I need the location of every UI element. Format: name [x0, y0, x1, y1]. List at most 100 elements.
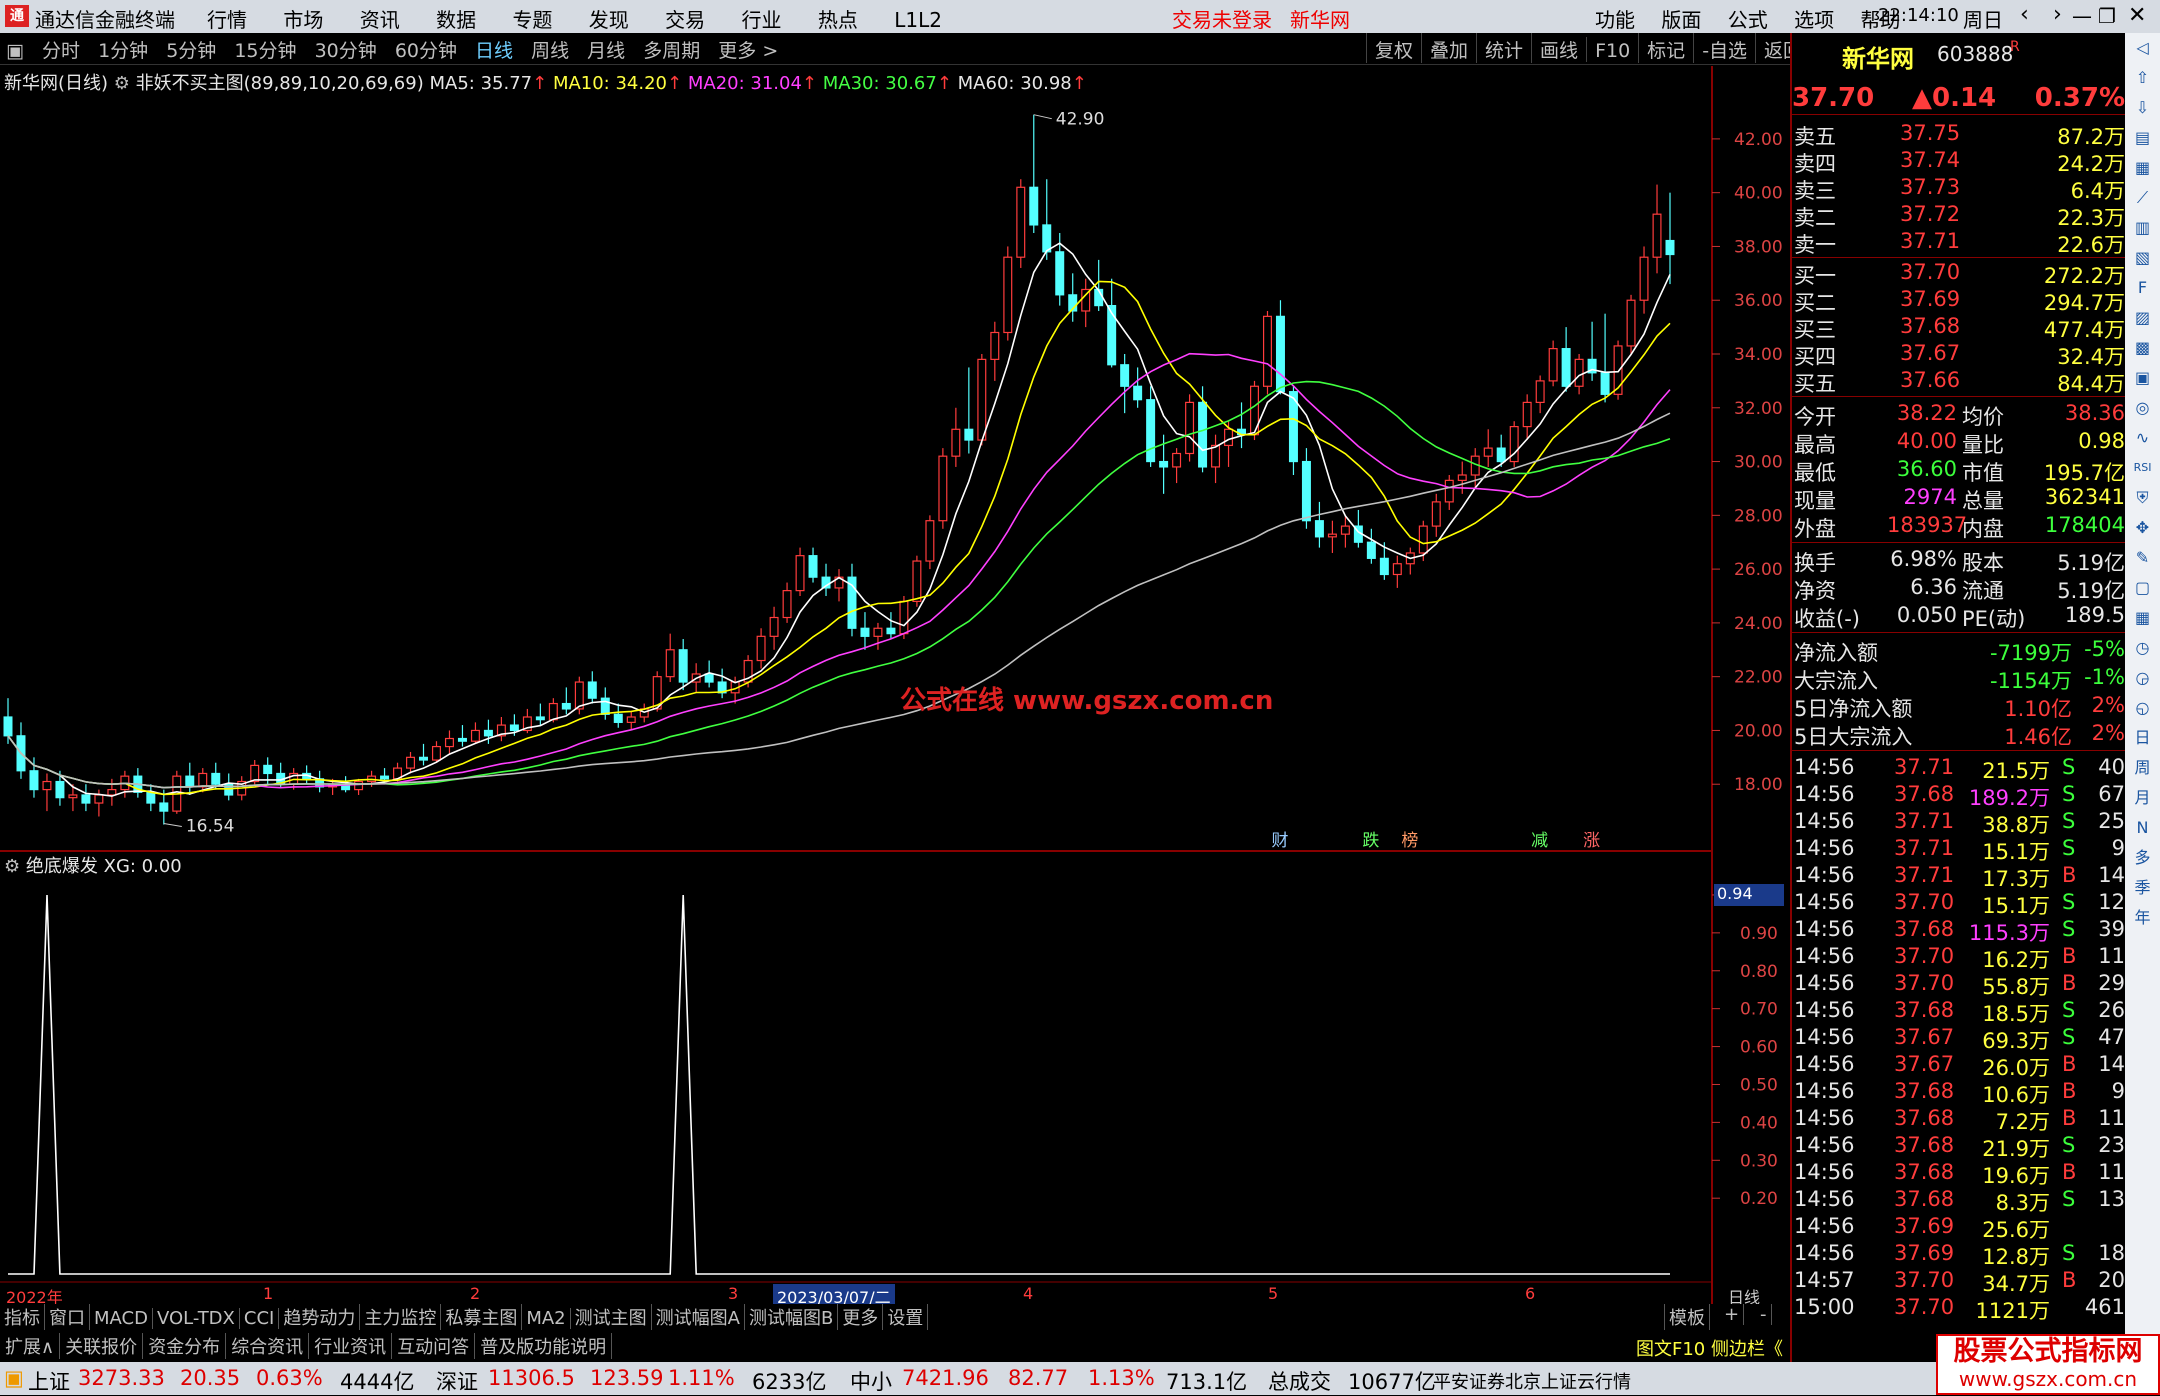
tab-trend[interactable]: 趋势动力 [279, 1304, 361, 1330]
period-day[interactable]: 日 [2125, 723, 2160, 753]
tab-news[interactable]: 综合资讯 [226, 1333, 310, 1359]
menu-item[interactable]: 行情 [207, 8, 247, 32]
tab-monthly[interactable]: 月线 [587, 33, 625, 63]
tab-window[interactable]: 窗口 [45, 1304, 90, 1330]
circle-icon[interactable]: ◎ [2125, 393, 2160, 423]
tab-30min[interactable]: 30分钟 [315, 33, 377, 63]
menu-item[interactable]: 热点 [818, 8, 858, 32]
up-arrow-icon[interactable]: ⇧ [2125, 63, 2160, 93]
tab-macd[interactable]: MACD [90, 1308, 153, 1329]
tab-fund-dist[interactable]: 资金分布 [143, 1333, 227, 1359]
tab-minute[interactable]: 分时 [42, 33, 80, 63]
status-icon[interactable]: ▣ [4, 1366, 24, 1390]
zoom-out-button[interactable]: - [1756, 1304, 1772, 1325]
news-icon[interactable]: ▧ [2125, 243, 2160, 273]
panel-toggle-icon[interactable]: ▣ [6, 37, 24, 62]
f10-link[interactable]: 图文F10 [1636, 1339, 1705, 1360]
period-year[interactable]: 年 [2125, 903, 2160, 933]
template-button[interactable]: 模板 [1664, 1304, 1710, 1330]
tool-remove-watchlist[interactable]: -自选 [1693, 33, 1755, 63]
kline-icon[interactable]: ▥ [2125, 213, 2160, 243]
tab-expand[interactable]: 扩展∧ [0, 1333, 61, 1359]
login-status[interactable]: 交易未登录 [1172, 4, 1272, 33]
menu-item[interactable]: 数据 [436, 8, 476, 32]
pencil-icon[interactable]: ✎ [2125, 543, 2160, 573]
cycle-15-icon[interactable]: ◷ [2125, 633, 2160, 663]
tab-test-a[interactable]: 测试幅图A [652, 1304, 745, 1330]
settings-icon[interactable]: ⚙ [4, 856, 20, 877]
minimize-icon[interactable]: — [2072, 4, 2092, 28]
sh-name[interactable]: 上证 [28, 1366, 70, 1396]
quote-icon[interactable]: ▤ [2125, 123, 2160, 153]
menu-item[interactable]: 资讯 [360, 8, 400, 32]
tool-mark[interactable]: 标记 [1638, 33, 1693, 63]
tab-vol[interactable]: VOL-TDX [153, 1308, 240, 1329]
menu-item[interactable]: 版面 [1661, 8, 1701, 32]
tab-settings[interactable]: 设置 [883, 1304, 929, 1330]
tool-overlay[interactable]: 叠加 [1421, 33, 1476, 63]
back-icon[interactable]: ‹ [2020, 2, 2029, 27]
server-name[interactable]: 平安证券北京上证云行情 [1433, 1368, 1631, 1394]
menu-item[interactable]: 市场 [283, 8, 323, 32]
tab-help[interactable]: 普及版功能说明 [475, 1333, 613, 1359]
tab-more[interactable]: 更多 [838, 1304, 884, 1330]
f10-icon[interactable]: F [2125, 273, 2160, 303]
tab-weekly[interactable]: 周线 [531, 33, 569, 63]
tab-15min[interactable]: 15分钟 [234, 33, 296, 63]
chart-area[interactable]: 42.00 40.00 38.00 36.00 34.00 32.00 30.00 28.00… [0, 66, 1790, 1316]
tool-stats[interactable]: 统计 [1476, 33, 1531, 63]
menu-item[interactable]: L1L2 [894, 8, 942, 32]
collapse-icon[interactable]: ◁ [2125, 33, 2160, 63]
tab-test-b[interactable]: 测试幅图B [745, 1304, 839, 1330]
fs-icon[interactable]: ▣ [2125, 363, 2160, 393]
menu-item[interactable]: 行业 [742, 8, 782, 32]
tab-multi-period[interactable]: 多周期 [643, 33, 700, 63]
settings-icon[interactable]: ⚙ [114, 73, 130, 94]
tool-adjust[interactable]: 复权 [1366, 33, 1421, 63]
zoom-in-button[interactable]: + [1720, 1304, 1745, 1325]
tab-1min[interactable]: 1分钟 [98, 33, 148, 63]
menu-item[interactable]: 发现 [589, 8, 629, 32]
chart-formula[interactable]: 非妖不买主图(89,89,10,20,69,69) [136, 73, 424, 94]
doc-icon[interactable]: ▨ [2125, 303, 2160, 333]
list-icon[interactable]: ▦ [2125, 153, 2160, 183]
menu-item[interactable]: 专题 [512, 8, 552, 32]
move-icon[interactable]: ✥ [2125, 513, 2160, 543]
tool-f10[interactable]: F10 [1586, 37, 1638, 62]
period-month[interactable]: 月 [2125, 783, 2160, 813]
menu-item[interactable]: 交易 [665, 8, 705, 32]
tab-qa[interactable]: 互动问答 [392, 1333, 476, 1359]
fs2-icon[interactable]: ▢ [2125, 573, 2160, 603]
tab-cci[interactable]: CCI [240, 1308, 280, 1329]
period-season[interactable]: 季 [2125, 873, 2160, 903]
down-arrow-icon[interactable]: ⇩ [2125, 93, 2160, 123]
tab-60min[interactable]: 60分钟 [395, 33, 457, 63]
restore-icon[interactable]: ❐ [2098, 4, 2116, 28]
period-multi[interactable]: 多 [2125, 843, 2160, 873]
menu-item[interactable]: 选项 [1794, 8, 1834, 32]
cycle-60-icon[interactable]: ◵ [2125, 693, 2160, 723]
tab-related[interactable]: 关联报价 [60, 1333, 144, 1359]
rsi-icon[interactable]: RSI [2125, 453, 2160, 483]
period-week[interactable]: 周 [2125, 753, 2160, 783]
tab-indicator[interactable]: 指标 [0, 1304, 45, 1330]
tab-5min[interactable]: 5分钟 [166, 33, 216, 63]
tab-private[interactable]: 私募主图 [441, 1304, 523, 1330]
table-icon[interactable]: ▩ [2125, 333, 2160, 363]
sz-name[interactable]: 深证 [436, 1366, 478, 1396]
zx-name[interactable]: 中小 [850, 1366, 892, 1396]
grid-icon[interactable]: ▦ [2125, 603, 2160, 633]
forward-icon[interactable]: › [2053, 2, 2062, 27]
chart-line-icon[interactable]: ⟋ [2125, 183, 2160, 213]
tab-test-main[interactable]: 测试主图 [571, 1304, 652, 1330]
tab-daily[interactable]: 日线 [475, 33, 513, 63]
tab-industry-news[interactable]: 行业资讯 [309, 1333, 393, 1359]
wave-icon[interactable]: ∿ [2125, 423, 2160, 453]
menu-item[interactable]: 公式 [1728, 8, 1768, 32]
tab-ma2[interactable]: MA2 [522, 1308, 571, 1329]
cycle-30-icon[interactable]: ◶ [2125, 663, 2160, 693]
sidebar-link[interactable]: 侧边栏《 [1711, 1339, 1783, 1360]
close-icon[interactable]: ✕ [2128, 3, 2146, 28]
period-n[interactable]: N [2125, 813, 2160, 843]
tab-monitor[interactable]: 主力监控 [360, 1304, 442, 1330]
